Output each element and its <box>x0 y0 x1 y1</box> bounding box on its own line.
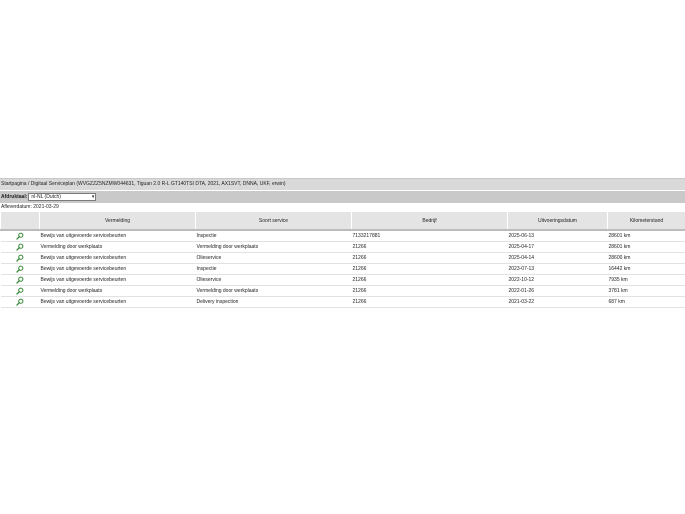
table-row[interactable]: Bewijs van uitgevoerde servicebeurten Ins… <box>0 230 685 242</box>
cell-soort-service: Inspectie <box>195 230 352 242</box>
service-table: Vermelding Soort service Bedrijf Uitvoer… <box>0 212 685 308</box>
magnifier-icon[interactable] <box>16 232 24 240</box>
chevron-down-icon: ▾ <box>91 194 95 200</box>
cell-vermelding: Vermelding door werkplaats <box>39 241 196 253</box>
table-row[interactable]: Bewijs van uitgevoerde servicebeurten Del… <box>0 296 685 308</box>
row-details-cell[interactable] <box>0 285 40 297</box>
magnifier-icon[interactable] <box>16 254 24 262</box>
cell-kilometerstand: 28601 km <box>607 241 685 253</box>
row-details-cell[interactable] <box>0 263 40 275</box>
table-row[interactable]: Bewijs van uitgevoerde servicebeurten Ins… <box>0 263 685 275</box>
print-language-label: Afdruktaal: <box>1 194 28 200</box>
cell-uitvoeringsdatum: 2022-01-26 <box>507 285 608 297</box>
table-row[interactable]: Vermelding door werkplaats Vermelding doo… <box>0 241 685 253</box>
cell-kilometerstand: 3781 km <box>607 285 685 297</box>
cell-bedrijf: 21266 <box>351 263 508 275</box>
cell-soort-service: Delivery inspection <box>195 296 352 308</box>
cell-vermelding: Bewijs van uitgevoerde servicebeurten <box>39 252 196 264</box>
cell-bedrijf: 21266 <box>351 274 508 286</box>
cell-kilometerstand: 16442 km <box>607 263 685 275</box>
cell-soort-service: Olieservice <box>195 252 352 264</box>
cell-uitvoeringsdatum: 2025-04-17 <box>507 241 608 253</box>
delivery-date: Afleverdatum: 2021-03-29 <box>1 204 59 210</box>
cell-soort-service: Vermelding door werkplaats <box>195 241 352 253</box>
column-header-uitvoeringsdatum[interactable]: Uitvoeringsdatum <box>507 212 608 231</box>
table-row[interactable]: Vermelding door werkplaats Vermelding doo… <box>0 285 685 297</box>
cell-uitvoeringsdatum: 2025-06-13 <box>507 230 608 242</box>
breadcrumb[interactable]: Startpagina / Digitaal Serviceplan (WVGZ… <box>0 178 685 190</box>
column-header-kilometerstand[interactable]: Kilometerstand <box>607 212 685 231</box>
cell-vermelding: Bewijs van uitgevoerde servicebeurten <box>39 274 196 286</box>
table-row[interactable]: Bewijs van uitgevoerde servicebeurten Oli… <box>0 252 685 264</box>
cell-vermelding: Bewijs van uitgevoerde servicebeurten <box>39 230 196 242</box>
magnifier-icon[interactable] <box>16 243 24 251</box>
row-details-cell[interactable] <box>0 274 40 286</box>
cell-soort-service: Vermelding door werkplaats <box>195 285 352 297</box>
cell-uitvoeringsdatum: 2025-04-14 <box>507 252 608 264</box>
row-details-cell[interactable] <box>0 296 40 308</box>
cell-uitvoeringsdatum: 2022-10-12 <box>507 274 608 286</box>
cell-bedrijf: 21266 <box>351 252 508 264</box>
cell-bedrijf: 21266 <box>351 296 508 308</box>
row-details-cell[interactable] <box>0 252 40 264</box>
magnifier-icon[interactable] <box>16 287 24 295</box>
cell-kilometerstand: 687 km <box>607 296 685 308</box>
cell-vermelding: Bewijs van uitgevoerde servicebeurten <box>39 263 196 275</box>
row-details-cell[interactable] <box>0 241 40 253</box>
column-header-soort-service[interactable]: Soort service <box>195 212 352 231</box>
cell-soort-service: Inspectie <box>195 263 352 275</box>
print-language-value: nl-NL (Dutch) <box>31 194 61 200</box>
row-details-cell[interactable] <box>0 230 40 242</box>
magnifier-icon[interactable] <box>16 276 24 284</box>
print-language-bar: Afdruktaal: nl-NL (Dutch) ▾ <box>0 191 685 203</box>
table-header-row: Vermelding Soort service Bedrijf Uitvoer… <box>0 212 685 231</box>
table-row[interactable]: Bewijs van uitgevoerde servicebeurten Oli… <box>0 274 685 286</box>
magnifier-icon[interactable] <box>16 298 24 306</box>
cell-bedrijf: 21266 <box>351 285 508 297</box>
cell-soort-service: Olieservice <box>195 274 352 286</box>
column-header-bedrijf[interactable]: Bedrijf <box>351 212 508 231</box>
cell-kilometerstand: 7935 km <box>607 274 685 286</box>
cell-vermelding: Bewijs van uitgevoerde servicebeurten <box>39 296 196 308</box>
print-language-select[interactable]: nl-NL (Dutch) ▾ <box>28 193 97 201</box>
column-header-vermelding[interactable]: Vermelding <box>39 212 196 231</box>
cell-kilometerstand: 28601 km <box>607 230 685 242</box>
cell-uitvoeringsdatum: 2021-03-22 <box>507 296 608 308</box>
cell-bedrijf: 21266 <box>351 241 508 253</box>
icon-column-header <box>0 212 40 231</box>
cell-uitvoeringsdatum: 2023-07-13 <box>507 263 608 275</box>
cell-vermelding: Vermelding door werkplaats <box>39 285 196 297</box>
cell-kilometerstand: 28600 km <box>607 252 685 264</box>
magnifier-icon[interactable] <box>16 265 24 273</box>
cell-bedrijf: 7133217881 <box>351 230 508 242</box>
